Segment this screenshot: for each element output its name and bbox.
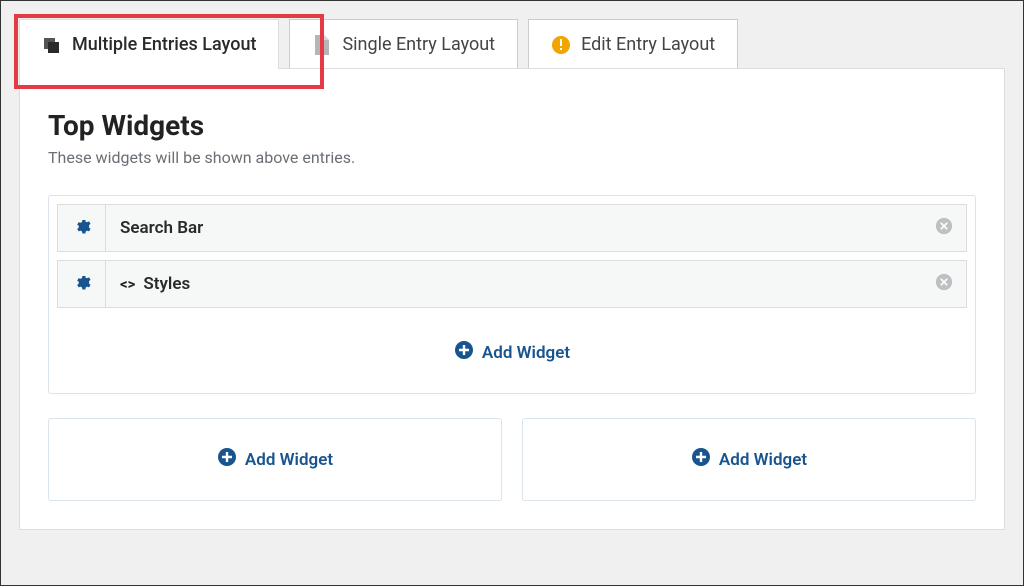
widget-remove-button[interactable] — [922, 217, 966, 239]
section-description: These widgets will be shown above entrie… — [48, 148, 976, 167]
section-title: Top Widgets — [48, 109, 976, 142]
widget-remove-button[interactable] — [922, 273, 966, 295]
top-widgets-zone: Search Bar <> Styles — [48, 195, 976, 394]
layers-icon — [42, 35, 62, 55]
gear-icon — [73, 273, 91, 295]
tab-label: Multiple Entries Layout — [72, 34, 256, 55]
widget-settings-button[interactable] — [58, 205, 106, 251]
layout-panel: Top Widgets These widgets will be shown … — [19, 68, 1005, 530]
close-icon — [935, 273, 953, 295]
tab-edit-entry-layout[interactable]: Edit Entry Layout — [528, 19, 738, 69]
add-widget-label: Add Widget — [245, 450, 333, 470]
widget-settings-button[interactable] — [58, 261, 106, 307]
tab-multiple-entries-layout[interactable]: Multiple Entries Layout — [19, 19, 279, 69]
gear-icon — [73, 217, 91, 239]
plus-circle-icon — [217, 447, 237, 472]
plus-circle-icon — [691, 447, 711, 472]
tab-label: Single Entry Layout — [342, 34, 495, 55]
plus-circle-icon — [454, 340, 474, 365]
widget-label: <> Styles — [106, 274, 922, 294]
add-widget-button[interactable]: Add Widget — [57, 316, 967, 365]
add-widget-label: Add Widget — [482, 343, 570, 363]
add-widget-label: Add Widget — [719, 450, 807, 470]
add-widget-button[interactable]: Add Widget — [49, 447, 501, 472]
left-widget-zone: Add Widget — [48, 418, 502, 501]
widget-item-search-bar[interactable]: Search Bar — [57, 204, 967, 252]
close-icon — [935, 217, 953, 239]
widget-label-text: Styles — [143, 274, 190, 294]
document-icon — [312, 35, 332, 55]
code-icon: <> — [120, 275, 135, 293]
right-widget-zone: Add Widget — [522, 418, 976, 501]
tab-label: Edit Entry Layout — [581, 34, 715, 55]
warning-icon — [551, 35, 571, 55]
add-widget-button[interactable]: Add Widget — [523, 447, 975, 472]
tab-single-entry-layout[interactable]: Single Entry Layout — [289, 19, 518, 69]
widget-label: Search Bar — [106, 218, 922, 238]
widget-item-styles[interactable]: <> Styles — [57, 260, 967, 308]
